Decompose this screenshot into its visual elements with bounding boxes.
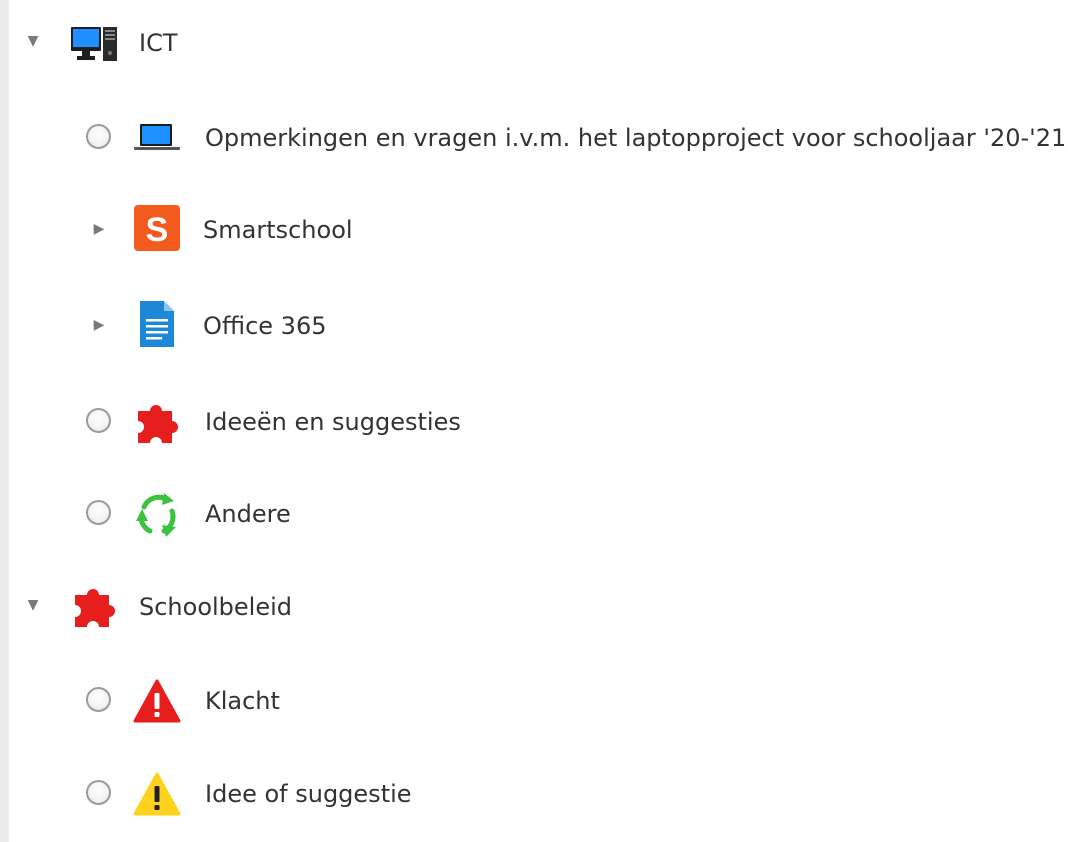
document-icon bbox=[132, 299, 182, 349]
tree-leaf-idee[interactable]: Idee of suggestie bbox=[9, 764, 1068, 824]
radio-button[interactable] bbox=[86, 780, 111, 805]
laptop-icon bbox=[132, 112, 182, 162]
smartschool-logo-icon: S bbox=[132, 203, 182, 253]
radio-button[interactable] bbox=[86, 687, 111, 712]
tree-node-office365[interactable]: ▶ Office 365 bbox=[9, 296, 1068, 356]
category-tree: ▼ ICT Opmerkingen en vragen i.v.m. het l… bbox=[9, 0, 1068, 842]
recycle-arrows-icon bbox=[132, 489, 182, 539]
tree-node-label[interactable]: Opmerkingen en vragen i.v.m. het laptopp… bbox=[205, 123, 1066, 153]
tree-node-label[interactable]: ICT bbox=[139, 28, 178, 58]
tree-node-label[interactable]: Smartschool bbox=[203, 215, 353, 245]
tree-node-label[interactable]: Office 365 bbox=[203, 311, 327, 341]
tree-node-schoolbeleid[interactable]: ▼ Schoolbeleid bbox=[9, 577, 1068, 637]
tree-node-smartschool[interactable]: ▶ S Smartschool bbox=[9, 200, 1068, 260]
tree-node-label[interactable]: Klacht bbox=[205, 686, 280, 716]
tree-leaf-laptopproject[interactable]: Opmerkingen en vragen i.v.m. het laptopp… bbox=[9, 108, 1068, 168]
expand-toggle-icon[interactable]: ▶ bbox=[92, 222, 106, 236]
tree-leaf-andere[interactable]: Andere bbox=[9, 484, 1068, 544]
tree-leaf-ideeen[interactable]: Ideeën en suggesties bbox=[9, 392, 1068, 452]
tree-node-label[interactable]: Andere bbox=[205, 499, 291, 529]
tree-leaf-klacht[interactable]: Klacht bbox=[9, 671, 1068, 731]
tree-node-label[interactable]: Ideeën en suggesties bbox=[205, 407, 461, 437]
radio-button[interactable] bbox=[86, 500, 111, 525]
tree-node-ict[interactable]: ▼ ICT bbox=[9, 13, 1068, 73]
expand-toggle-icon[interactable]: ▶ bbox=[92, 318, 106, 332]
puzzle-piece-icon bbox=[69, 581, 119, 631]
radio-button[interactable] bbox=[86, 124, 111, 149]
warning-yellow-icon bbox=[132, 770, 182, 820]
collapse-toggle-icon[interactable]: ▼ bbox=[26, 34, 40, 48]
warning-red-icon bbox=[132, 677, 182, 727]
tree-node-label[interactable]: Schoolbeleid bbox=[139, 592, 292, 622]
collapse-toggle-icon[interactable]: ▼ bbox=[26, 598, 40, 612]
radio-button[interactable] bbox=[86, 408, 111, 433]
svg-text:S: S bbox=[146, 211, 169, 249]
tree-node-label[interactable]: Idee of suggestie bbox=[205, 779, 412, 809]
puzzle-piece-icon bbox=[132, 397, 182, 447]
desktop-computer-icon bbox=[69, 19, 119, 69]
